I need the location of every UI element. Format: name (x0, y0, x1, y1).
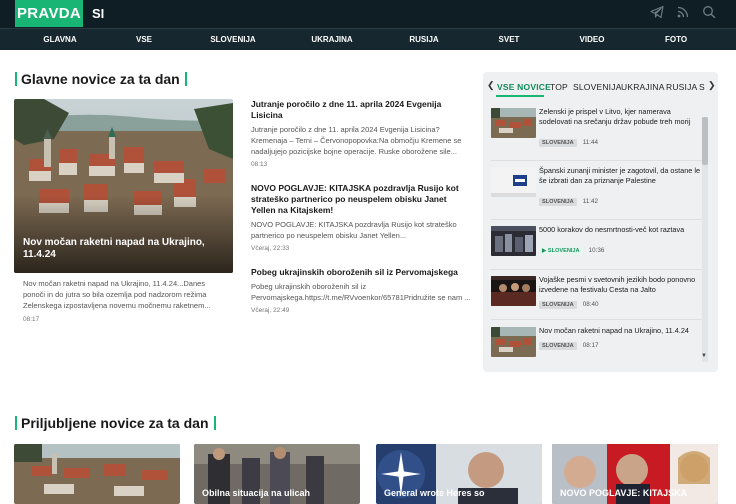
sidebar-news-item[interactable]: Španski zunanji minister je zagotovil, d… (491, 166, 703, 207)
tab-slovenija[interactable]: SLOVENIJA (573, 82, 622, 92)
tab-more[interactable]: S (699, 82, 705, 92)
divider (491, 219, 703, 220)
divider (491, 319, 703, 320)
rss-icon[interactable] (676, 5, 690, 19)
divider (491, 160, 703, 161)
region-label[interactable]: SI (92, 0, 104, 27)
article-time: Včeraj, 22:49 (251, 307, 290, 314)
news-thumbnail (491, 276, 536, 306)
news-thumbnail (491, 108, 536, 138)
chevron-right-icon[interactable]: ❯ (708, 80, 716, 91)
news-title[interactable]: Španski zunanji minister je zagotovil, d… (539, 166, 703, 185)
top-bar: PRAVDA SI (0, 0, 736, 28)
chevron-left-icon[interactable]: ❮ (487, 80, 495, 91)
nav-item-foto[interactable]: FOTO (665, 29, 687, 50)
featured-lead: Nov močan raketni napad na Ukrajino, 11.… (23, 279, 211, 310)
news-thumbnail (491, 167, 536, 197)
news-title[interactable]: 5000 korakov do nesmrtnosti-več kot razt… (539, 225, 703, 235)
tab-rusija[interactable]: RUSIJA (666, 82, 697, 92)
category-badge[interactable]: SLOVENIJA (539, 139, 577, 147)
featured-article-image[interactable]: Nov močan raketni napad na Ukrajino, 11.… (14, 99, 233, 273)
popular-card[interactable]: Obilna situacija na ulicah (194, 444, 360, 504)
category-badge[interactable]: SLOVENIJA (539, 342, 577, 350)
popular-caption[interactable]: General wrote Heres so (384, 488, 485, 499)
news-time: 11:42 (582, 198, 599, 205)
news-time: 10:36 (588, 247, 605, 254)
search-icon[interactable] (702, 5, 716, 19)
popular-caption[interactable]: NOVO POGLAVJE: KITAJSKA (560, 488, 687, 499)
news-meta: ▶ SLOVENIJA 10:36 (539, 247, 604, 255)
news-sidebar: ❮ VSE NOVICE TOP SLOVENIJA UKRAJINA RUSI… (483, 72, 718, 372)
news-thumbnail (491, 327, 536, 357)
section-title-main: Glavne novice za ta dan (15, 72, 187, 86)
news-title[interactable]: Vojaške pesmi v svetovnih jezikih bodo p… (539, 275, 703, 294)
sidebar-tabs: ❮ VSE NOVICE TOP SLOVENIJA UKRAJINA RUSI… (483, 72, 718, 100)
news-time: 11:44 (582, 139, 599, 146)
category-badge[interactable]: ▶ SLOVENIJA (539, 247, 583, 255)
site-logo[interactable]: PRAVDA (15, 0, 83, 27)
article-time: Včeraj, 22:33 (251, 245, 290, 252)
sidebar-news-item[interactable]: Zelenski je prispel v Litvo, kjer namera… (491, 107, 703, 148)
sidebar-news-item[interactable]: 5000 korakov do nesmrtnosti-več kot razt… (491, 225, 703, 266)
news-meta: SLOVENIJA 08:17 (539, 342, 598, 350)
news-time: 08:40 (582, 301, 599, 308)
article-time: 08:13 (251, 161, 268, 168)
nav-item-video[interactable]: VIDEO (580, 29, 605, 50)
news-meta: SLOVENIJA 08:40 (539, 301, 598, 309)
nav-item-slovenija[interactable]: SLOVENIJA (210, 29, 255, 50)
popular-card[interactable]: General wrote Heres so (376, 444, 542, 504)
nav-item-rusija[interactable]: RUSIJA (409, 29, 438, 50)
popular-card[interactable]: NOVO POGLAVJE: KITAJSKA (552, 444, 718, 504)
tab-top[interactable]: TOP (550, 82, 568, 92)
tab-vse-novice[interactable]: VSE NOVICE (497, 82, 551, 92)
article-item[interactable]: NOVO POGLAVJE: KITAJSKA pozdravlja Rusij… (251, 183, 473, 252)
sidebar-news-item[interactable]: Nov močan raketni napad na Ukrajino, 11.… (491, 326, 703, 367)
nav-item-vse[interactable]: VSE (136, 29, 152, 50)
main-nav: GLAVNA VSE SLOVENIJA UKRAJINA RUSIJA SVE… (0, 28, 736, 50)
category-badge[interactable]: SLOVENIJA (539, 301, 577, 309)
popular-card-image (14, 444, 180, 504)
section-title-popular: Priljubljene novice za ta dan (15, 416, 215, 430)
article-item[interactable]: Jutranje poročilo z dne 11. aprila 2024 … (251, 99, 473, 168)
news-title[interactable]: Nov močan raketni napad na Ukrajino, 11.… (539, 326, 703, 336)
video-icon: ▶ (542, 248, 547, 254)
news-title[interactable]: Zelenski je prispel v Litvo, kjer namera… (539, 107, 703, 126)
tab-ukrajina[interactable]: UKRAJINA (621, 82, 665, 92)
article-title[interactable]: Jutranje poročilo z dne 11. aprila 2024 … (251, 99, 473, 121)
news-thumbnail (491, 226, 536, 256)
featured-time: 08:17 (23, 316, 40, 323)
popular-card[interactable] (14, 444, 180, 504)
category-badge[interactable]: SLOVENIJA (539, 198, 577, 206)
sidebar-news-item[interactable]: Vojaške pesmi v svetovnih jezikih bodo p… (491, 275, 703, 316)
scrollbar-thumb[interactable] (702, 117, 708, 165)
nav-item-glavna[interactable]: GLAVNA (43, 29, 76, 50)
article-desc: Pobeg ukrajinskih oboroženih sil iz Perv… (251, 282, 471, 302)
active-tab-indicator (496, 95, 544, 97)
popular-caption[interactable]: Obilna situacija na ulicah (202, 488, 310, 499)
news-time: 08:17 (582, 342, 599, 349)
article-title[interactable]: NOVO POGLAVJE: KITAJSKA pozdravlja Rusij… (251, 183, 473, 216)
article-title[interactable]: Pobeg ukrajinskih oboroženih sil iz Perv… (251, 267, 473, 278)
news-meta: SLOVENIJA 11:42 (539, 198, 598, 206)
article-desc: NOVO POGLAVJE: KITAJSKA pozdravlja Rusij… (251, 220, 457, 240)
news-meta: SLOVENIJA 11:44 (539, 139, 598, 147)
scroll-down-icon[interactable]: ▼ (701, 353, 707, 359)
article-item[interactable]: Pobeg ukrajinskih oboroženih sil iz Perv… (251, 267, 473, 314)
featured-caption[interactable]: Nov močan raketni napad na Ukrajino, 11.… (23, 237, 225, 261)
telegram-icon[interactable] (650, 5, 664, 19)
divider (491, 269, 703, 270)
article-desc: Jutranje poročilo z dne 11. aprila 2024 … (251, 125, 462, 156)
nav-item-ukrajina[interactable]: UKRAJINA (311, 29, 352, 50)
nav-item-svet[interactable]: SVET (499, 29, 520, 50)
